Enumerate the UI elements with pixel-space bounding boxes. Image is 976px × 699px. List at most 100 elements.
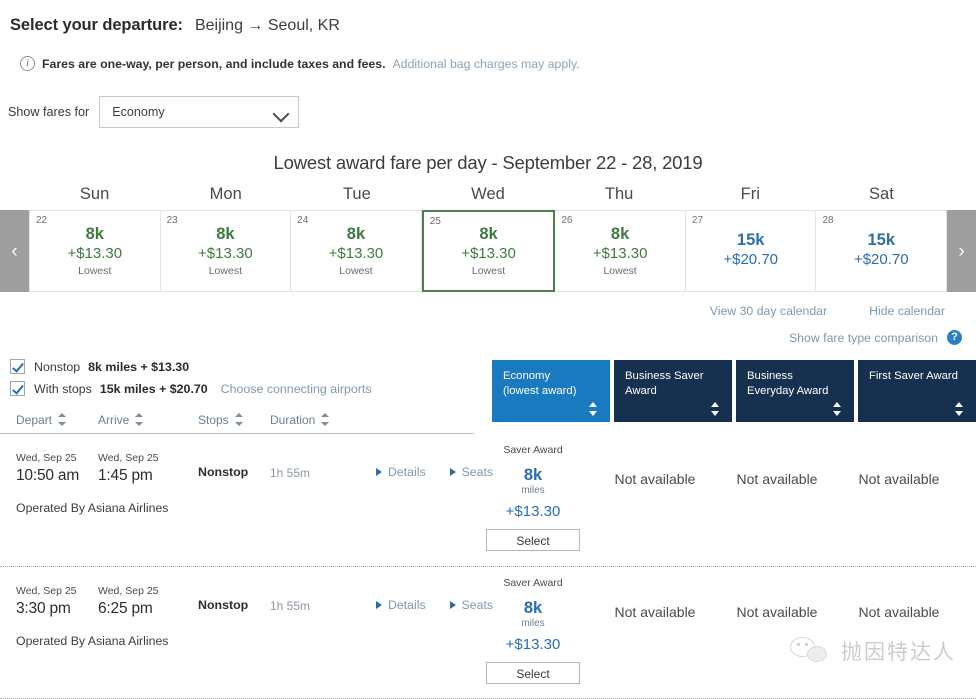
fare-comparison-row: Show fare type comparison ? [0, 330, 962, 345]
depart-time: 10:50 am [16, 466, 80, 484]
sort-arrows-icon[interactable] [833, 402, 842, 416]
sort-arrive[interactable]: Arrive [98, 413, 198, 427]
calendar-day-cell[interactable]: 23 8k +$13.30 Lowest [160, 210, 292, 292]
departure-heading: Select your departure: Beijing → Seoul, … [10, 16, 976, 35]
calendar-day-number: 24 [297, 215, 309, 226]
sort-bar: Depart Arrive Stops Duration [0, 406, 474, 434]
sort-arrows-icon[interactable] [955, 402, 964, 416]
fare-cell-economy: Saver Award 8k miles +$13.30 Select [474, 442, 592, 566]
select-button[interactable]: Select [486, 661, 580, 684]
fare-cell-first-saver: Not available [840, 575, 958, 698]
fare-column-business-saver[interactable]: Business Saver Award [614, 360, 732, 422]
calendar-day-miles: 8k [610, 225, 630, 244]
chevron-left-icon: ‹ [11, 240, 18, 262]
calendar-day-tag: Lowest [603, 264, 637, 277]
fare-column-title-line1: Business [747, 370, 793, 382]
sort-duration[interactable]: Duration [270, 413, 376, 427]
fare-type-label: Saver Award [503, 577, 563, 589]
arrive-time: 6:25 pm [98, 599, 153, 617]
calendar-day-cell[interactable]: 27 15k +$20.70 [685, 210, 817, 292]
calendar-day-price: +$13.30 [461, 244, 516, 262]
route-label: Beijing → Seoul, KR [194, 17, 340, 34]
fare-cell-business-saver: Not available [596, 575, 714, 698]
fare-column-title-line1: Economy [503, 370, 551, 382]
fare-column-title-line1: First Saver Award [869, 370, 958, 382]
details-label: Details [388, 598, 426, 612]
sort-arrows-icon [135, 413, 144, 426]
stops-cell: Nonstop [198, 598, 249, 612]
fare-column-economy[interactable]: Economy (lowest award) [492, 360, 610, 422]
cabin-class-value: Economy [112, 105, 165, 119]
not-available-label: Not available [614, 471, 696, 487]
duration-cell: 1h 55m [270, 599, 311, 613]
weekday-label: Sat [869, 185, 894, 203]
triangle-right-icon [376, 601, 382, 609]
sort-arrows-icon [58, 413, 67, 426]
calendar-day-cell[interactable]: 22 8k +$13.30 Lowest [29, 210, 161, 292]
calendar-day-cell[interactable]: 26 8k +$13.30 Lowest [555, 210, 686, 292]
fare-column-first-saver[interactable]: First Saver Award [858, 360, 976, 422]
fare-column-title-line2: Everyday Award [747, 384, 829, 397]
table-row: Wed, Sep 25 10:50 am Wed, Sep 25 1:45 pm… [0, 434, 976, 566]
calendar-prev-button[interactable]: ‹ [0, 210, 29, 292]
sort-arrows-icon[interactable] [711, 402, 720, 416]
calendar-next-button[interactable]: › [947, 210, 976, 292]
depart-date: Wed, Sep 25 [16, 585, 77, 597]
calendar-day-price: +$20.70 [723, 250, 778, 268]
calendar-day-tag: Lowest [208, 264, 242, 277]
choose-connecting-airports-link[interactable]: Choose connecting airports [221, 382, 372, 396]
fares-note-text: Fares are one-way, per person, and inclu… [42, 56, 386, 71]
calendar-day-number: 28 [822, 215, 834, 226]
chevron-down-icon [275, 108, 288, 116]
sort-duration-label: Duration [270, 412, 316, 427]
hide-calendar-link[interactable]: Hide calendar [869, 304, 945, 318]
calendar-day-miles: 8k [85, 225, 104, 244]
fare-miles-unit: miles [521, 484, 545, 496]
flight-summary-line: Wed, Sep 25 10:50 am Wed, Sep 25 1:45 pm… [16, 452, 493, 485]
calendar-day-miles: 8k [479, 225, 498, 244]
select-button[interactable]: Select [486, 528, 580, 551]
fare-miles: 8k [523, 599, 543, 617]
bag-charges-link[interactable]: Additional bag charges may apply. [393, 57, 580, 71]
fare-cell-business-everyday: Not available [718, 442, 836, 566]
details-link[interactable]: Details [376, 598, 426, 612]
results-table: Economy (lowest award) Business Saver Aw… [0, 360, 976, 699]
sort-arrows-icon[interactable] [589, 402, 598, 416]
calendar-day-number: 26 [561, 215, 573, 226]
fare-cell-business-saver: Not available [596, 442, 714, 566]
sort-stops[interactable]: Stops [198, 413, 270, 427]
calendar-day-cell-selected[interactable]: 25 8k +$13.30 Lowest [421, 210, 556, 292]
fare-cells: Saver Award 8k miles +$13.30 Select Not … [474, 567, 958, 698]
fare-type-label: Saver Award [503, 444, 563, 456]
flight-details: Wed, Sep 25 10:50 am Wed, Sep 25 1:45 pm… [0, 434, 493, 566]
calendar-day-miles: 15k [736, 231, 765, 250]
arrive-cell: Wed, Sep 25 1:45 pm [98, 452, 198, 485]
calendar-day-cell[interactable]: 28 15k +$20.70 [816, 210, 948, 292]
with-stops-checkbox[interactable] [10, 381, 25, 396]
arrive-date: Wed, Sep 25 [98, 452, 159, 464]
fare-cell-economy: Saver Award 8k miles +$13.30 Select [474, 575, 592, 698]
question-mark-icon[interactable]: ? [947, 330, 962, 345]
calendar-day-price: +$13.30 [67, 244, 123, 262]
show-fare-type-comparison-link[interactable]: Show fare type comparison [789, 331, 938, 345]
calendar-day-miles: 8k [346, 225, 366, 244]
page-header: Select your departure: Beijing → Seoul, … [0, 0, 976, 71]
sort-arrows-icon [234, 413, 244, 426]
fare-miles: 8k [523, 466, 543, 484]
calendar-day-cell[interactable]: 24 8k +$13.30 Lowest [291, 210, 422, 292]
nonstop-checkbox[interactable] [10, 359, 25, 374]
with-stops-value: 15k miles + $20.70 [99, 381, 208, 396]
fare-column-business-everyday[interactable]: Business Everyday Award [736, 360, 854, 422]
arrive-date: Wed, Sep 25 [98, 585, 159, 597]
cabin-class-select[interactable]: Economy [99, 96, 300, 128]
table-row: Wed, Sep 25 3:30 pm Wed, Sep 25 6:25 pm … [0, 566, 976, 698]
fare-cell-first-saver: Not available [840, 442, 958, 566]
view-30-day-calendar-link[interactable]: View 30 day calendar [710, 304, 827, 318]
not-available-label: Not available [736, 471, 818, 487]
sort-depart[interactable]: Depart [16, 413, 98, 427]
details-link[interactable]: Details [376, 465, 426, 479]
not-available-label: Not available [858, 604, 940, 620]
flight-summary-line: Wed, Sep 25 3:30 pm Wed, Sep 25 6:25 pm … [16, 585, 493, 618]
calendar-day-number: 27 [691, 215, 704, 226]
calendar-day-number: 22 [36, 215, 48, 226]
